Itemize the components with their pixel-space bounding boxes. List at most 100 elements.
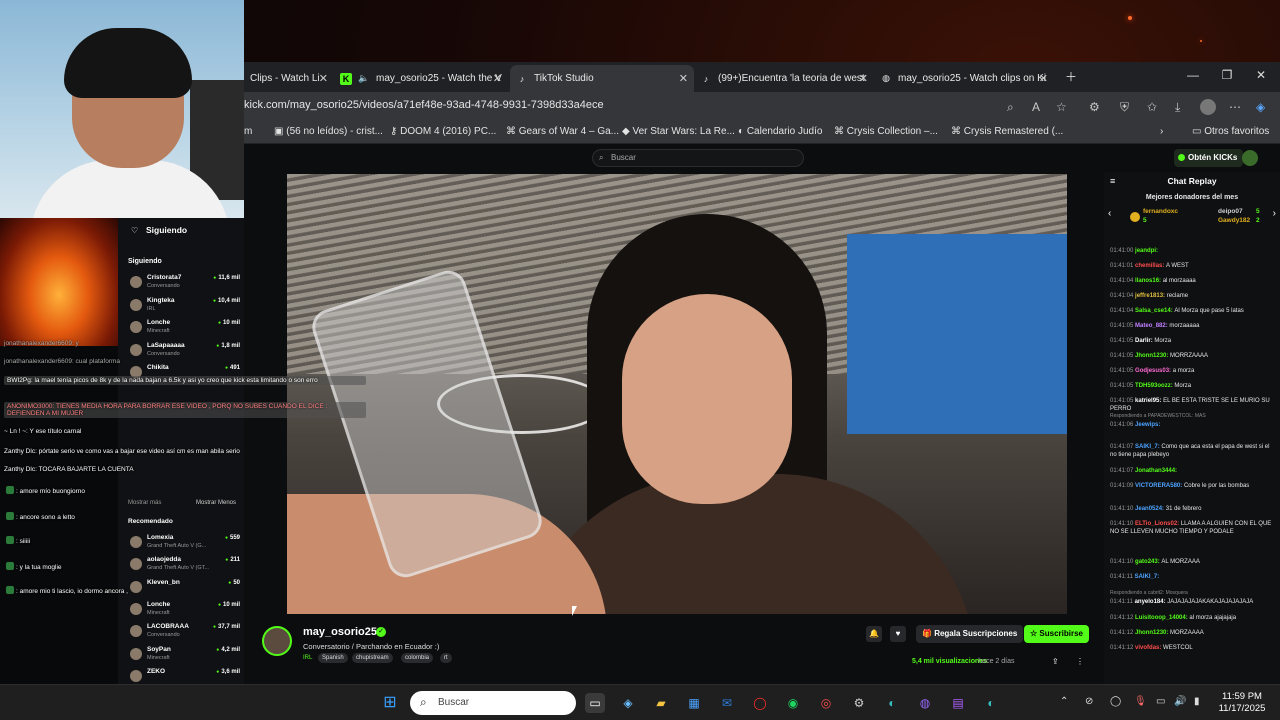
channel-row[interactable]: Kleven_bn 50 (128, 579, 244, 601)
close-icon[interactable]: ✕ (1039, 72, 1048, 85)
chevron-right-icon[interactable]: › (1160, 126, 1163, 137)
heart-icon[interactable]: ♥ (890, 626, 906, 642)
maximize-icon[interactable]: ❐ (1212, 68, 1242, 82)
bookmark-item[interactable]: ⌘ Crysis Collection –... (834, 126, 938, 137)
bookmark-item[interactable]: ▣ (56 no leídos) - crist... (274, 126, 383, 137)
donor-name[interactable]: deipo07 (1218, 208, 1243, 215)
minimize-icon[interactable]: — (1178, 68, 1208, 82)
copilot-icon[interactable]: ◈ (618, 693, 638, 713)
tab-may-osorio-watch[interactable]: K 🔈 may_osorio25 - Watch the V ✕ (334, 65, 508, 92)
subscribe-button[interactable]: ☆ Suscribirse (1024, 625, 1089, 643)
tag[interactable]: colombia (401, 653, 434, 663)
chevron-left-icon[interactable]: ‹ (1108, 208, 1111, 219)
show-more-link[interactable]: Mostrar más (128, 500, 161, 506)
volume-icon[interactable]: 🔊 (1174, 696, 1186, 707)
bookmark-item[interactable]: ⌘ Crysis Remastered (... (951, 126, 1063, 137)
tab-tiktok-studio[interactable]: ♪ TikTok Studio ✕ (510, 65, 694, 92)
donor-name[interactable]: fernandoxc (1143, 208, 1178, 215)
close-icon[interactable]: ✕ (493, 72, 502, 85)
url-field[interactable]: kick.com/may_osorio25/videos/a71ef48e-93… (244, 99, 604, 111)
microphone-icon[interactable]: 🎙 (1134, 696, 1147, 707)
channel-avatar[interactable] (262, 626, 292, 656)
following-heading[interactable]: Siguiendo (146, 225, 187, 235)
chat-username[interactable]: Jhonn1230: (1135, 630, 1170, 636)
chat-username[interactable]: Jean0524: (1135, 506, 1166, 512)
channel-row[interactable]: aolaojeddaGrand Theft Auto V (GT... 211 (128, 556, 244, 578)
close-icon[interactable]: ✕ (859, 72, 868, 85)
shield-icon[interactable]: ⛨ (1120, 100, 1129, 115)
get-kicks-button[interactable]: Obtén KICKs (1174, 149, 1244, 167)
channel-row[interactable]: LaSapaaaaaConversando 1,8 mil (128, 342, 244, 364)
display-icon[interactable]: ▭ (1156, 696, 1165, 707)
bookmark-item[interactable]: ◆ Ver Star Wars: La Re... (622, 126, 735, 137)
download-icon[interactable]: ⤓ (1175, 100, 1180, 115)
bell-icon[interactable]: 🔔 (866, 626, 882, 642)
chat-username[interactable]: ELTio_Lions02: (1135, 521, 1181, 527)
edge-icon[interactable]: ◐ (981, 693, 1001, 713)
bookmark-item[interactable]: ⌘ Gears of War 4 – Ga... (506, 126, 619, 137)
chat-username[interactable]: SAIKI_7: (1135, 444, 1161, 450)
chat-username[interactable]: Darlir: (1135, 338, 1154, 344)
zoom-icon[interactable]: ⌕ (1007, 100, 1014, 115)
spotify-icon[interactable]: ◉ (783, 693, 803, 713)
favorites-icon[interactable]: ✩ (1147, 100, 1157, 114)
close-icon[interactable]: ✕ (679, 72, 688, 85)
store-icon[interactable]: ▦ (684, 693, 704, 713)
chevron-up-icon[interactable]: ⌃ (1060, 696, 1068, 707)
new-tab-icon[interactable]: ＋ (1056, 68, 1086, 85)
tag[interactable]: chupistream (352, 653, 393, 663)
chat-username[interactable]: Jeewips: (1135, 422, 1160, 428)
chat-username[interactable]: Luisitooop_14004: (1135, 615, 1189, 621)
opera-icon[interactable]: ◯ (750, 693, 770, 713)
donor-name[interactable]: Gawdy182 (1218, 217, 1250, 224)
chevron-right-icon[interactable]: › (1273, 208, 1276, 219)
show-less-link[interactable]: Mostrar Menos (196, 500, 236, 506)
channel-row[interactable]: LoncheMinecraft10 mil (128, 601, 244, 623)
tab-tiktok-search[interactable]: ♪ (99+)Encuentra 'la teoria de west ✕ (694, 65, 874, 92)
tag[interactable]: rt (440, 653, 452, 663)
user-avatar[interactable] (1242, 150, 1258, 166)
chat-username[interactable]: anyelo184: (1135, 599, 1168, 605)
close-window-icon[interactable]: ✕ (1246, 68, 1276, 82)
chat-username[interactable]: jeffre1813: (1135, 293, 1167, 299)
battery-icon[interactable]: ▮ (1194, 696, 1200, 707)
channel-row[interactable]: LoncheMinecraft10 mil (128, 319, 244, 341)
other-bookmarks[interactable]: ▭ Otros favoritos (1192, 126, 1269, 137)
task-view-icon[interactable]: ▭ (585, 693, 605, 713)
outlook-icon[interactable]: ✉ (717, 693, 737, 713)
system-clock[interactable]: 11:59 PM 11/17/2025 (1212, 691, 1272, 715)
channel-row[interactable]: Cristorata7 Conversando 11,6 mil (128, 274, 244, 296)
profile-icon[interactable] (1200, 99, 1216, 115)
channel-row[interactable]: SoyPanMinecraft 4,2 mil (128, 646, 244, 668)
recorder-icon[interactable]: ◎ (816, 693, 836, 713)
bookmark-item[interactable]: ⚷ DOOM 4 (2016) PC... (390, 126, 496, 137)
chat-username[interactable]: TDH593oozz: (1135, 383, 1174, 389)
copilot-icon[interactable]: ◈ (1256, 100, 1265, 114)
chat-username[interactable]: SAIKI_7: (1135, 574, 1160, 580)
search-input[interactable]: ⌕ Buscar (592, 149, 804, 167)
share-icon[interactable]: ⇪ (1052, 657, 1059, 666)
more-options-icon[interactable]: ⋮ (1076, 657, 1084, 666)
chat-username[interactable]: llanos16: (1135, 278, 1163, 284)
chat-username[interactable]: gato243: (1135, 559, 1161, 565)
video-editor-icon[interactable]: ▤ (948, 693, 968, 713)
tag[interactable]: Spanish (318, 653, 348, 663)
extensions-icon[interactable]: ⚙ (1089, 100, 1100, 114)
chat-username[interactable]: Jonathan3444: (1135, 468, 1177, 474)
read-aloud-icon[interactable]: A (1032, 100, 1040, 114)
taskbar-search[interactable]: ⌕ Buscar (410, 691, 576, 715)
channel-row[interactable]: KingtekaIRL 10,4 mil (128, 297, 244, 319)
chat-username[interactable]: jeandpi: (1135, 248, 1158, 254)
edge-icon[interactable]: ◐ (882, 693, 902, 713)
tab-clips[interactable]: Clips - Watch Li ✕ (244, 65, 334, 92)
file-explorer-icon[interactable]: ▰ (651, 693, 671, 713)
messenger-icon[interactable]: ◍ (915, 693, 935, 713)
chat-username[interactable]: Salsa_cse14: (1135, 308, 1174, 314)
chat-username[interactable]: Mateo_882: (1135, 323, 1169, 329)
more-icon[interactable]: ⋯ (1229, 100, 1241, 114)
chat-username[interactable]: Godjesus03: (1135, 368, 1173, 374)
channel-name[interactable]: may_osorio25 (303, 626, 377, 638)
chat-username[interactable]: vivofdas: (1135, 645, 1163, 651)
network-off-icon[interactable]: ⊘ (1085, 696, 1093, 707)
channel-row[interactable]: LACOBRAAAConversando 37,7 mil (128, 623, 244, 645)
